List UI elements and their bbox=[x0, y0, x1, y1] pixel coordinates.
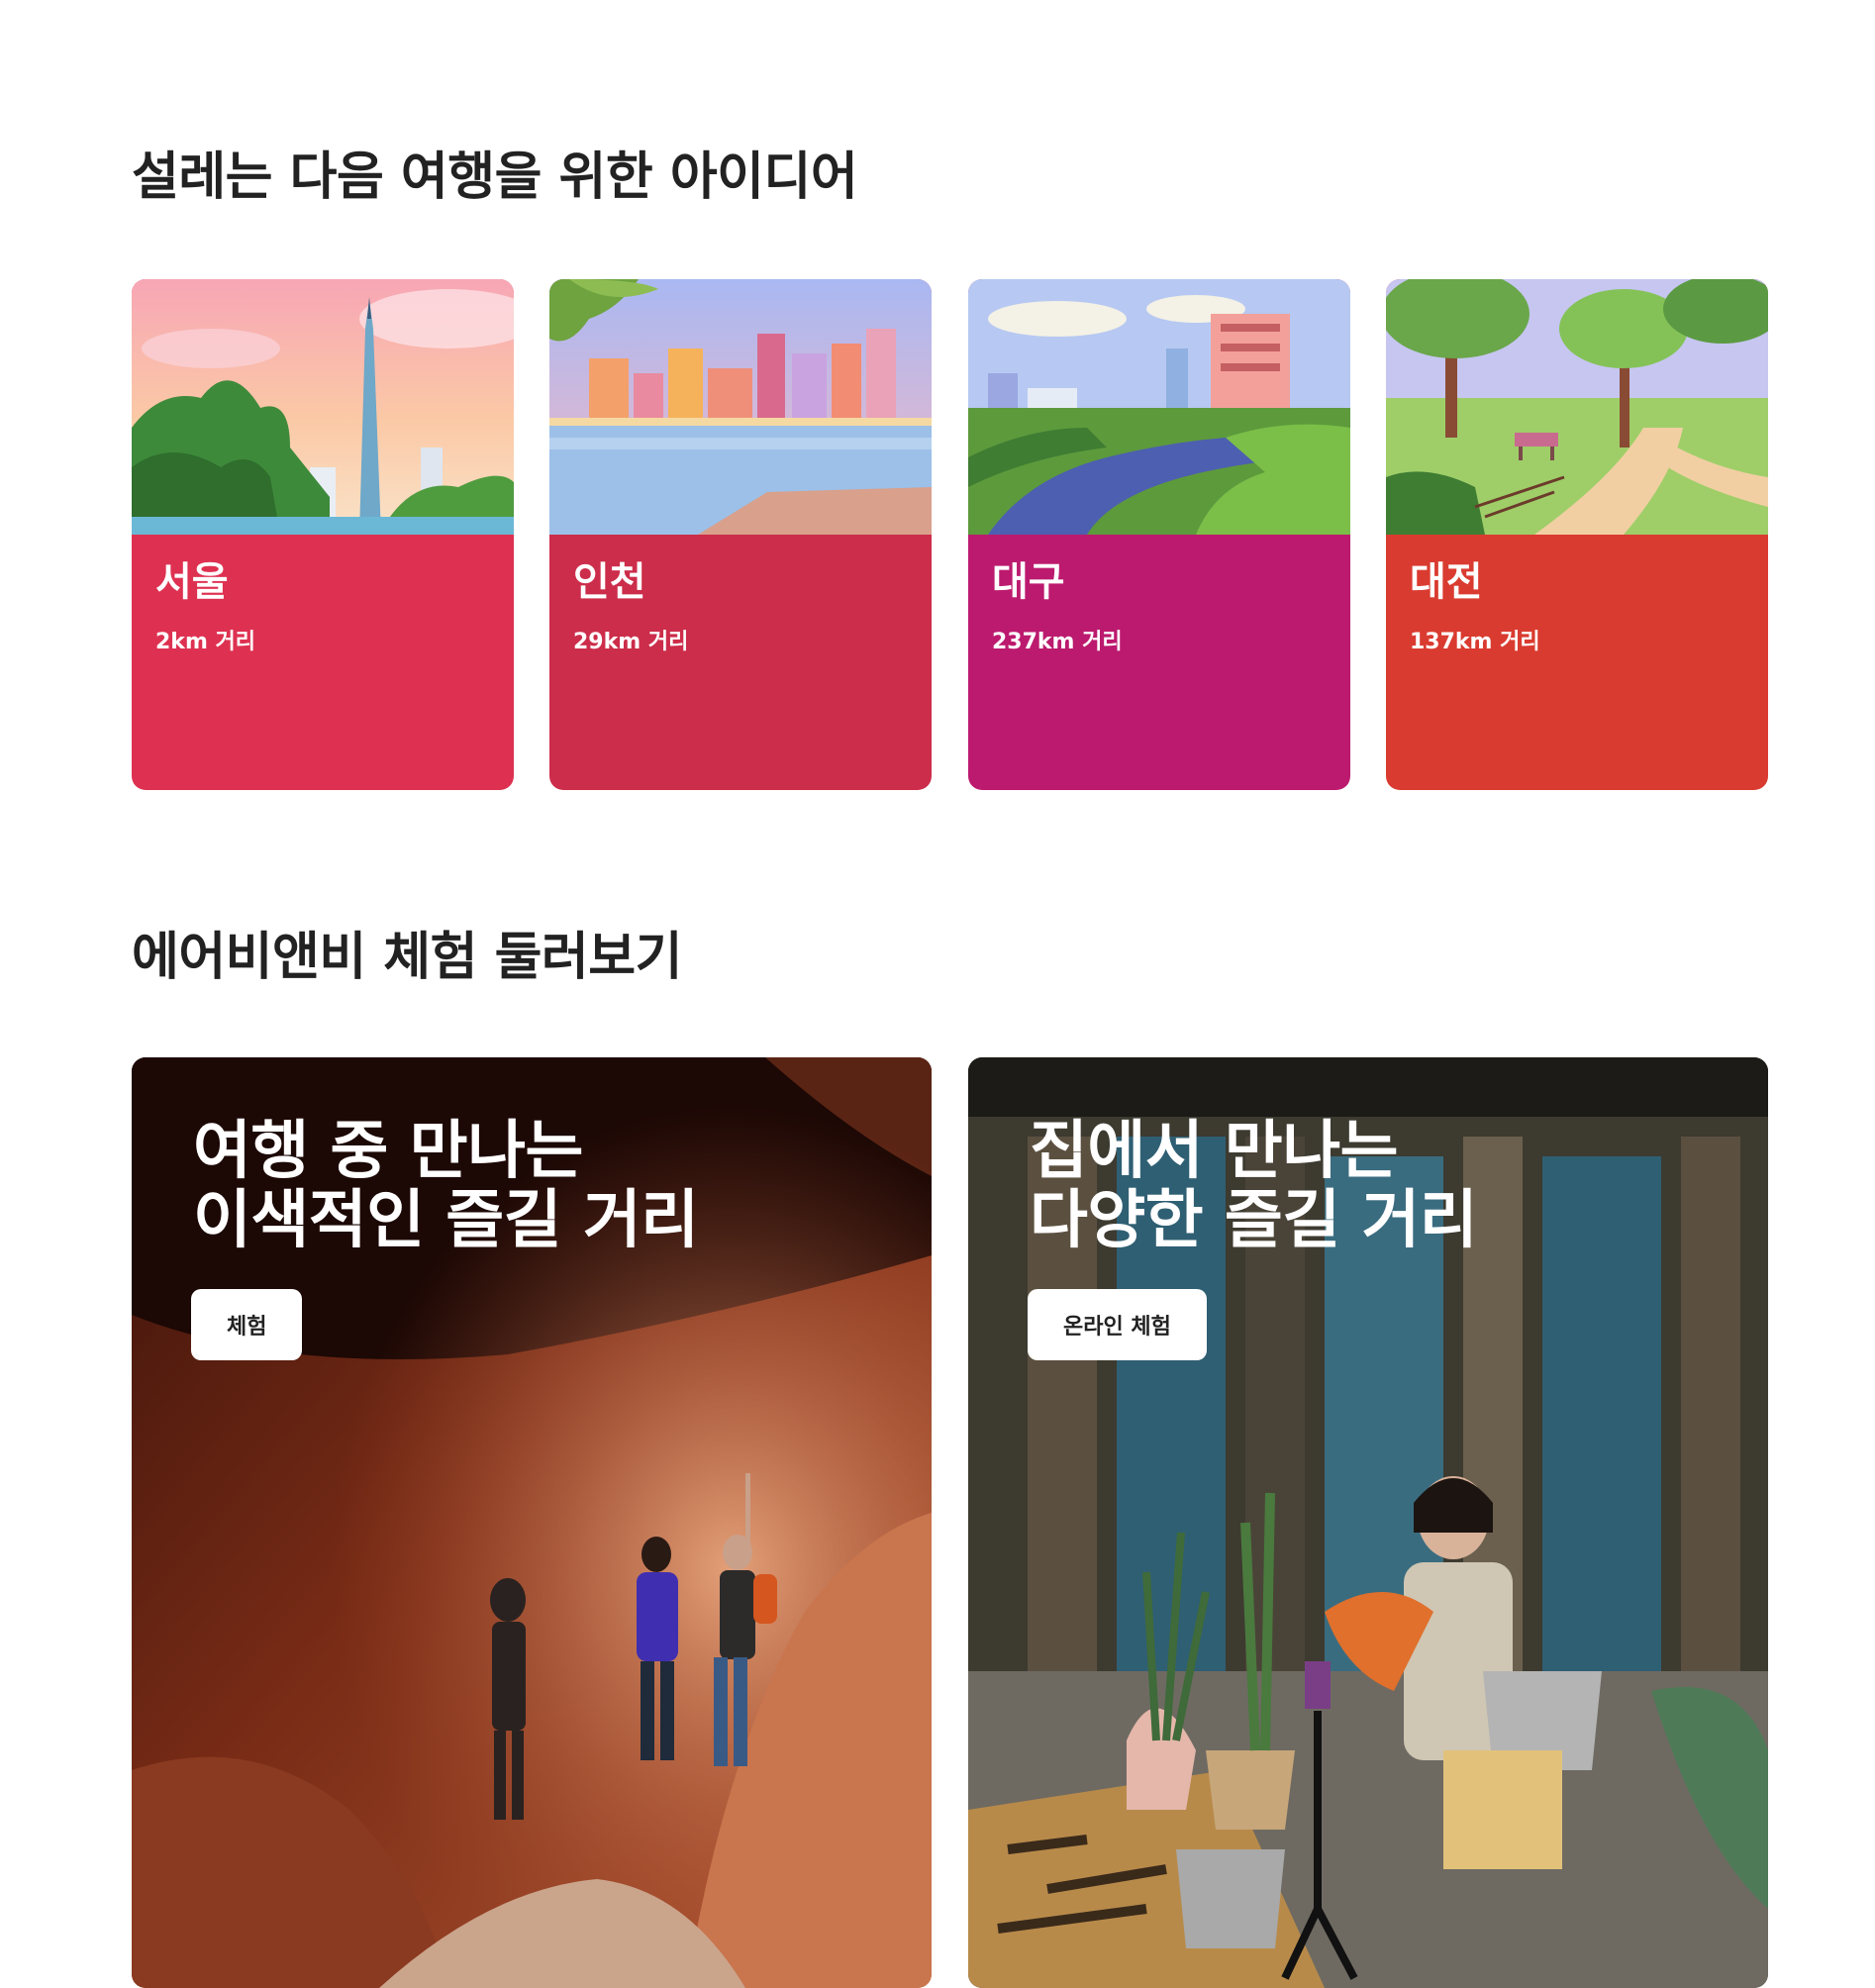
destination-card-daegu[interactable]: 대구 237km 거리 bbox=[968, 279, 1350, 790]
city-name: 인천 bbox=[573, 559, 646, 605]
distance-label: 2km 거리 bbox=[155, 630, 256, 654]
experience-headline: 여행 중 만나는 이색적인 즐길 거리 bbox=[193, 1115, 699, 1257]
experience-card-travel[interactable]: 여행 중 만나는 이색적인 즐길 거리 체험 bbox=[132, 1057, 932, 1988]
experience-card-online[interactable]: 집에서 만나는 다양한 즐길 거리 온라인 체험 bbox=[968, 1057, 1768, 1988]
daejeon-park-illustration bbox=[1386, 279, 1768, 535]
online-experiences-button[interactable]: 온라인 체험 bbox=[1028, 1289, 1207, 1360]
destination-card-seoul[interactable]: 서울 2km 거리 bbox=[132, 279, 514, 790]
experience-headline: 집에서 만나는 다양한 즐길 거리 bbox=[1030, 1115, 1478, 1257]
destination-card-incheon[interactable]: 인천 29km 거리 bbox=[549, 279, 932, 790]
seoul-tower-illustration bbox=[132, 279, 514, 535]
city-name: 대전 bbox=[1410, 559, 1483, 605]
distance-label: 29km 거리 bbox=[573, 630, 689, 654]
destination-cards: 서울 2km 거리 인천 29km 거리 대구 237km 거리 대전 137k… bbox=[132, 279, 1768, 790]
city-name: 서울 bbox=[155, 559, 229, 605]
distance-label: 137km 거리 bbox=[1410, 630, 1540, 654]
section-title-experiences: 에어비앤비 체험 둘러보기 bbox=[132, 928, 682, 987]
experiences-button[interactable]: 체험 bbox=[191, 1289, 303, 1360]
daegu-river-illustration bbox=[968, 279, 1350, 535]
distance-label: 237km 거리 bbox=[992, 630, 1123, 654]
destination-card-daejeon[interactable]: 대전 137km 거리 bbox=[1386, 279, 1768, 790]
section-title-ideas: 설레는 다음 여행을 위한 아이디어 bbox=[132, 148, 858, 207]
incheon-waterfront-illustration bbox=[549, 279, 932, 535]
city-name: 대구 bbox=[992, 559, 1065, 605]
